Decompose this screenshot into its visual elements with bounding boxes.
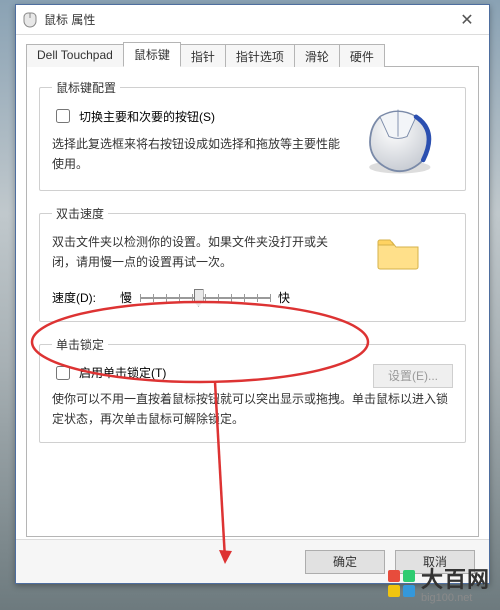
group-double-click-legend: 双击速度 <box>52 205 108 222</box>
speed-slider-thumb[interactable] <box>194 289 204 307</box>
mouse-illustration <box>343 106 453 178</box>
speed-label: 速度(D): <box>52 289 112 306</box>
click-lock-checkbox-label[interactable]: 启用单击锁定(T) <box>52 363 373 383</box>
watermark-logo-icon <box>388 570 415 597</box>
tab-strip: Dell Touchpad鼠标键指针指针选项滑轮硬件 <box>26 43 479 67</box>
speed-fast-label: 快 <box>278 289 290 306</box>
watermark-brand: 大百网 <box>421 562 490 594</box>
group-button-config-legend: 鼠标键配置 <box>52 79 120 96</box>
tab-1[interactable]: 鼠标键 <box>123 42 181 67</box>
swap-buttons-text: 切换主要和次要的按钮(S) <box>79 108 215 125</box>
close-button[interactable]: ✕ <box>445 5 489 35</box>
swap-buttons-checkbox[interactable] <box>56 109 70 123</box>
click-lock-desc: 使你可以不用一直按着鼠标按钮就可以突出显示或拖拽。单击鼠标以进入锁定状态，再次单… <box>52 389 453 430</box>
group-button-config: 鼠标键配置 切换主要和次要的按钮(S) 选择此复选框来将右按钮设成如选择和拖放等… <box>39 79 466 191</box>
mouse-properties-window: 鼠标 属性 ✕ Dell Touchpad鼠标键指针指针选项滑轮硬件 鼠标键配置… <box>15 4 490 584</box>
client-area: Dell Touchpad鼠标键指针指针选项滑轮硬件 鼠标键配置 切换主要和次要… <box>16 35 489 547</box>
titlebar: 鼠标 属性 ✕ <box>16 5 489 35</box>
speed-slow-label: 慢 <box>120 289 132 306</box>
mouse-icon <box>22 12 38 28</box>
double-click-test-folder[interactable] <box>343 232 453 272</box>
tab-0[interactable]: Dell Touchpad <box>26 44 124 67</box>
watermark: 大百网 big100.net <box>384 560 494 606</box>
swap-buttons-checkbox-label[interactable]: 切换主要和次要的按钮(S) <box>52 106 343 126</box>
tab-2[interactable]: 指针 <box>180 44 226 67</box>
click-lock-text: 启用单击锁定(T) <box>79 364 166 381</box>
speed-slider[interactable] <box>140 287 270 309</box>
swap-buttons-desc: 选择此复选框来将右按钮设成如选择和拖放等主要性能使用。 <box>52 134 343 175</box>
window-title: 鼠标 属性 <box>44 11 95 28</box>
group-click-lock: 单击锁定 启用单击锁定(T) 设置(E)... 使你可以不用一直按着鼠标按钮就可… <box>39 336 466 443</box>
double-click-desc: 双击文件夹以检测你的设置。如果文件夹没打开或关闭，请用慢一点的设置再试一次。 <box>52 232 343 273</box>
click-lock-checkbox[interactable] <box>56 366 70 380</box>
group-double-click: 双击速度 双击文件夹以检测你的设置。如果文件夹没打开或关闭，请用慢一点的设置再试… <box>39 205 466 322</box>
group-click-lock-legend: 单击锁定 <box>52 336 108 353</box>
tab-panel: 鼠标键配置 切换主要和次要的按钮(S) 选择此复选框来将右按钮设成如选择和拖放等… <box>26 67 479 537</box>
tab-3[interactable]: 指针选项 <box>225 44 295 67</box>
tab-4[interactable]: 滑轮 <box>294 44 340 67</box>
tab-5[interactable]: 硬件 <box>339 44 385 67</box>
ok-button[interactable]: 确定 <box>305 550 385 574</box>
click-lock-settings-button: 设置(E)... <box>373 364 453 388</box>
